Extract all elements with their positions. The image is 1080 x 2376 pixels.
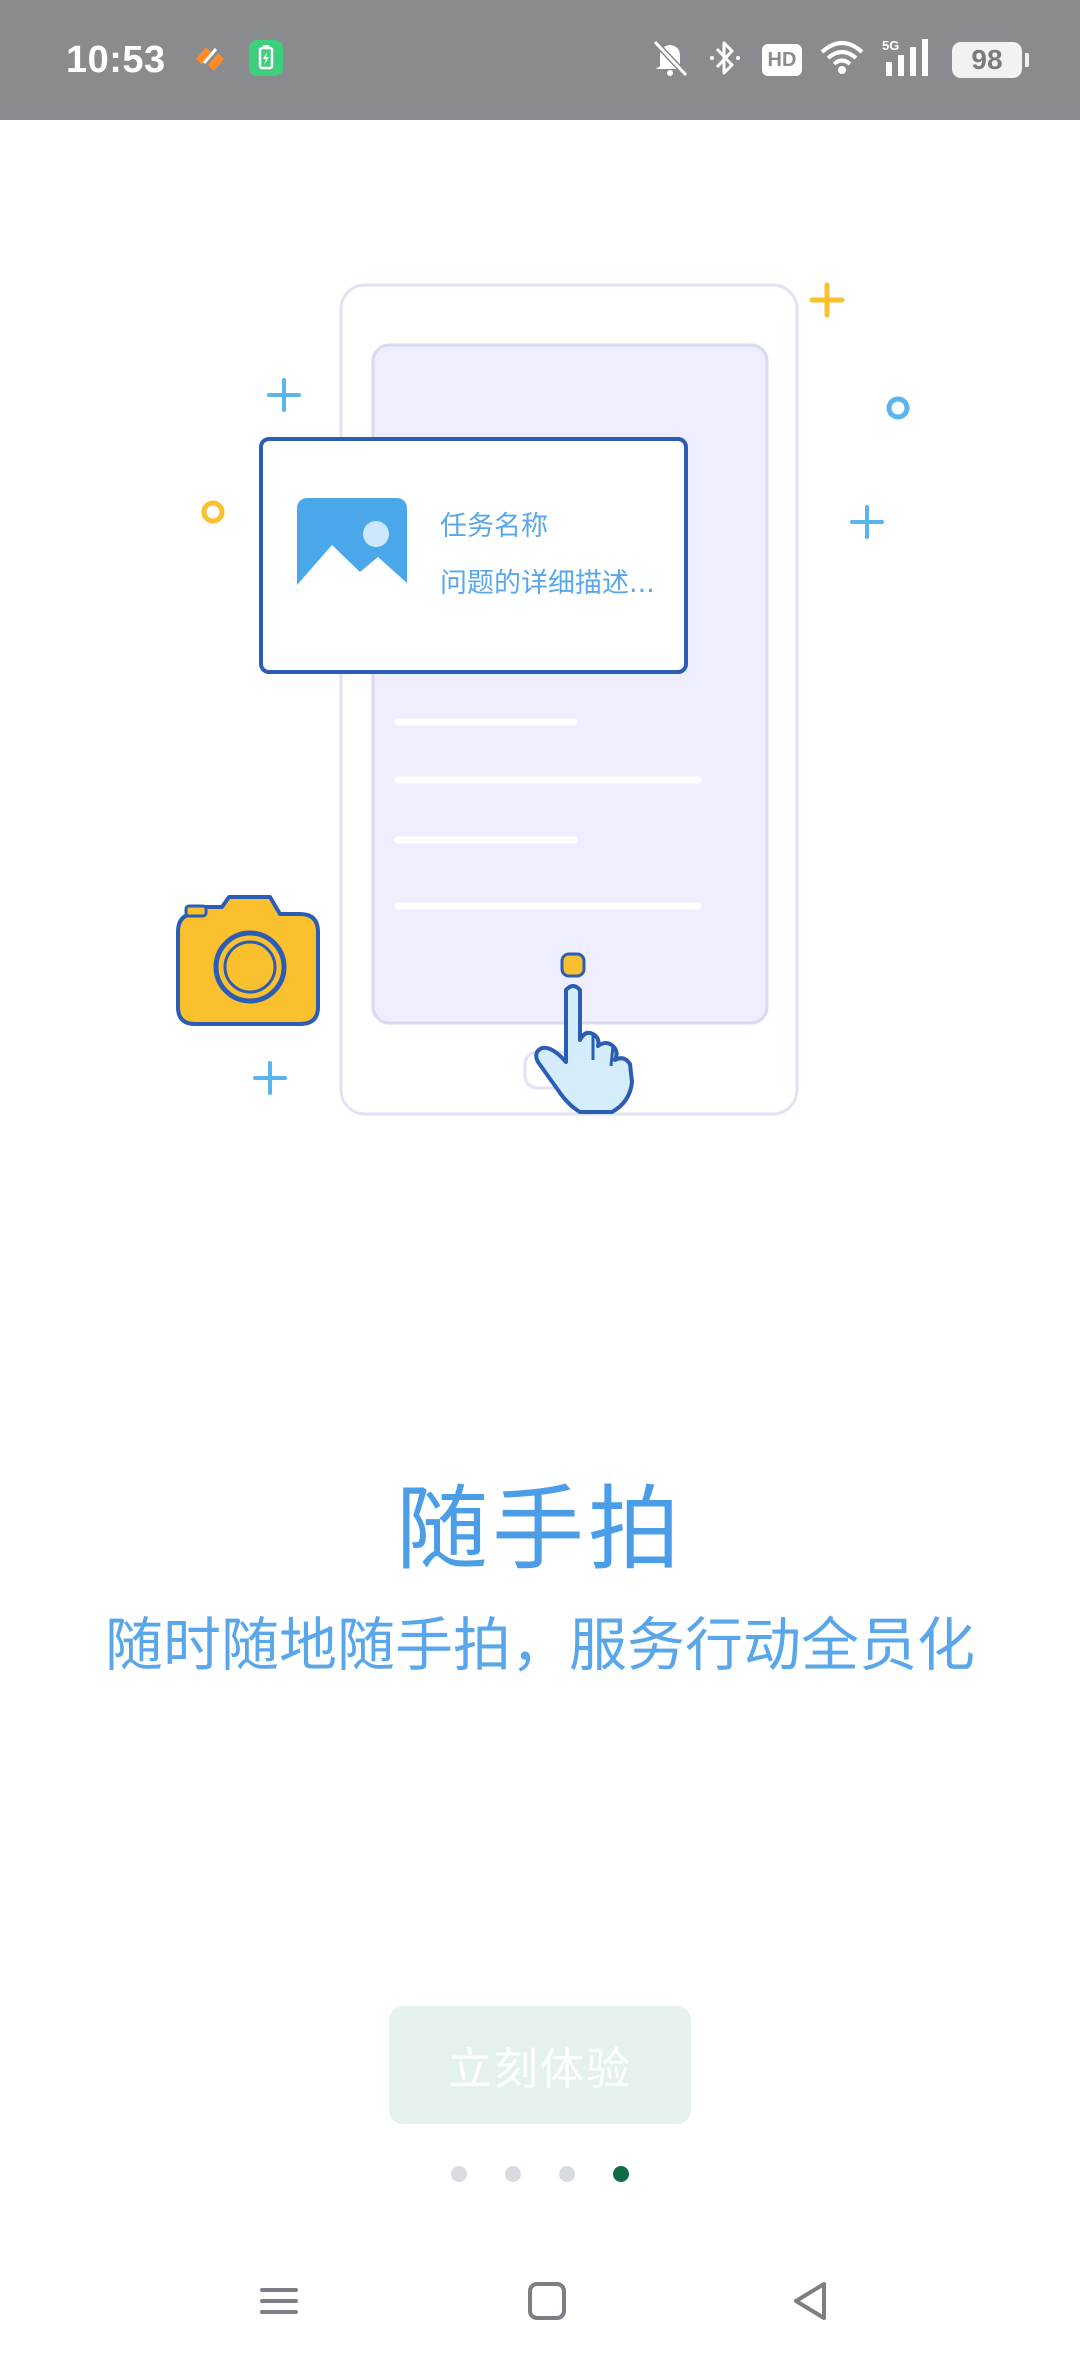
page-dot-1[interactable] [451, 2166, 467, 2182]
bluetooth-icon [708, 38, 744, 82]
menu-icon[interactable] [256, 2278, 302, 2328]
5g-signal-icon: 5G [882, 38, 934, 82]
onboarding-illustration: 任务名称 问题的详细描述... [0, 120, 1080, 1220]
home-icon[interactable] [524, 2278, 570, 2328]
battery-icon: 98 [952, 42, 1029, 78]
tap-point-icon [560, 952, 586, 978]
page-dot-4[interactable] [613, 2166, 629, 2182]
page-title: 随手拍 [395, 1476, 684, 1583]
status-bar: 10:53 HD 5G 98 [0, 0, 1080, 120]
svg-text:5G: 5G [882, 38, 899, 53]
task-card [259, 437, 688, 674]
mute-icon [650, 38, 690, 82]
wifi-icon [820, 40, 864, 80]
back-icon[interactable] [788, 2278, 834, 2328]
image-placeholder-icon [297, 498, 407, 600]
battery-saver-icon [248, 39, 284, 81]
status-time: 10:53 [66, 38, 166, 81]
page-indicator [0, 2166, 1080, 2182]
camera-icon [176, 895, 320, 1026]
hd-icon: HD [762, 44, 802, 76]
page-dot-2[interactable] [505, 2166, 521, 2182]
try-now-button[interactable]: 立刻体验 [389, 2006, 691, 2124]
card-description: 问题的详细描述... [440, 568, 655, 599]
app-notification-icon [192, 41, 230, 79]
card-title: 任务名称 [440, 511, 548, 542]
navigation-bar [0, 2256, 1080, 2376]
page-subtitle: 随时随地随手拍，服务行动全员化 [104, 1611, 975, 1679]
page-dot-3[interactable] [559, 2166, 575, 2182]
